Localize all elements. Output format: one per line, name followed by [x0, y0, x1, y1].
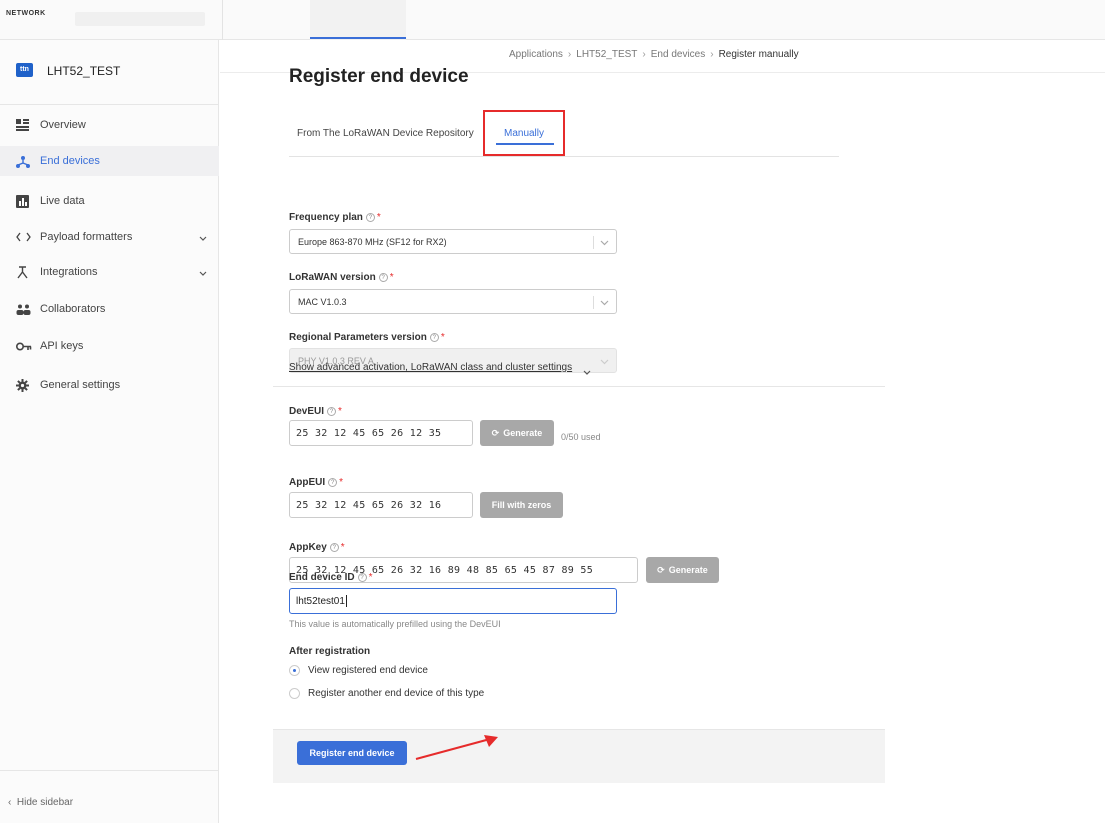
key-icon — [0, 342, 40, 351]
help-icon[interactable]: ? — [329, 543, 339, 552]
end-device-id-label: End device ID? * — [289, 572, 373, 583]
sidebar-item-general-settings[interactable]: General settings — [0, 370, 219, 400]
breadcrumb-current: Register manually — [718, 49, 799, 60]
end-device-id-input[interactable]: lht52test01 — [289, 588, 617, 614]
sidebar-item-end-devices[interactable]: End devices — [0, 146, 219, 176]
sidebar-item-label: Payload formatters — [40, 231, 133, 243]
chevron-down-icon — [600, 238, 609, 248]
generate-dev-eui-button[interactable]: ⟳ Generate — [480, 420, 554, 446]
radio-button[interactable] — [289, 665, 300, 676]
chevron-down-icon — [600, 357, 609, 367]
hide-sidebar-button[interactable]: ‹ Hide sidebar — [0, 770, 219, 823]
lorawan-version-select[interactable]: MAC V1.0.3 — [289, 289, 617, 314]
tab-device-repository[interactable]: From The LoRaWAN Device Repository — [289, 109, 484, 157]
app-logo: ttn — [16, 63, 33, 77]
breadcrumb-applications[interactable]: Applications — [509, 49, 563, 60]
radio-button[interactable] — [289, 688, 300, 699]
refresh-icon: ⟳ — [657, 564, 665, 575]
help-icon[interactable]: ? — [328, 478, 338, 487]
sidebar: ttn LHT52_TEST Overview End devices Live… — [0, 40, 219, 823]
sidebar-item-collaborators[interactable]: Collaborators — [0, 294, 219, 324]
annotation-highlight-box — [483, 110, 565, 156]
advanced-settings-link[interactable]: Show advanced activation, LoRaWAN class … — [289, 362, 572, 373]
top-bar: NETWORK — [0, 0, 1105, 40]
frequency-plan-label: Frequency plan? * — [289, 212, 381, 223]
help-icon[interactable]: ? — [365, 213, 375, 222]
app-eui-label: AppEUI? * — [289, 477, 344, 488]
app-name[interactable]: LHT52_TEST — [47, 64, 120, 78]
dev-eui-usage: 0/50 used — [561, 432, 601, 442]
frequency-plan-select[interactable]: Europe 863-870 MHz (SF12 for RX2) — [289, 229, 617, 254]
app-key-label: AppKey? * — [289, 542, 345, 553]
sidebar-item-label: End devices — [40, 155, 100, 167]
chart-icon — [0, 194, 40, 208]
generate-app-key-button[interactable]: ⟳ Generate — [646, 557, 719, 583]
sidebar-item-integrations[interactable]: Integrations — [0, 257, 219, 287]
app-eui-input[interactable]: 25 32 12 45 65 26 32 16 — [289, 492, 473, 518]
dev-eui-label: DevEUI? * — [289, 406, 342, 417]
grid-icon — [0, 119, 40, 131]
hide-sidebar-label: Hide sidebar — [16, 797, 74, 808]
register-end-device-button[interactable]: Register end device — [297, 741, 407, 765]
breadcrumb: Applications › LHT52_TEST › End devices › Regi… — [509, 49, 799, 60]
help-icon[interactable]: ? — [357, 573, 367, 582]
sidebar-item-label: Overview — [40, 119, 86, 131]
help-icon[interactable]: ? — [327, 407, 337, 416]
network-icon — [0, 155, 40, 168]
chevron-down-icon — [600, 298, 609, 308]
code-icon — [0, 232, 40, 242]
top-nav-tab-active[interactable] — [310, 0, 406, 40]
radio-register-another[interactable]: Register another end device of this type — [289, 688, 484, 699]
chevron-down-icon[interactable] — [199, 231, 207, 245]
sidebar-item-label: API keys — [40, 340, 84, 352]
breadcrumb-end-devices[interactable]: End devices — [651, 49, 705, 60]
annotation-arrow — [415, 735, 498, 760]
regional-params-label: Regional Parameters version? * — [289, 332, 445, 343]
top-nav-placeholder — [75, 12, 205, 26]
sidebar-item-live-data[interactable]: Live data — [0, 186, 219, 216]
chevron-left-icon: ‹ — [8, 797, 17, 808]
sidebar-item-label: General settings — [40, 379, 121, 391]
sidebar-item-label: Collaborators — [40, 303, 106, 315]
chevron-down-icon[interactable] — [199, 266, 207, 280]
sidebar-item-overview[interactable]: Overview — [0, 110, 219, 140]
dev-eui-input[interactable]: 25 32 12 45 65 26 12 35 — [289, 420, 473, 446]
brand-logo: NETWORK — [6, 10, 46, 17]
sidebar-item-label: Integrations — [40, 266, 98, 278]
users-icon — [0, 304, 40, 315]
gear-icon — [0, 378, 40, 392]
sidebar-item-label: Live data — [40, 195, 85, 207]
help-icon[interactable]: ? — [429, 333, 439, 342]
after-registration-label: After registration — [289, 646, 371, 657]
app-header: ttn LHT52_TEST — [0, 40, 219, 105]
integrations-icon — [0, 265, 40, 279]
refresh-icon: ⟳ — [491, 427, 500, 438]
sidebar-item-payload-formatters[interactable]: Payload formatters — [0, 222, 219, 252]
breadcrumb-application[interactable]: LHT52_TEST — [576, 49, 637, 60]
end-device-id-hint: This value is automatically prefilled us… — [289, 619, 501, 629]
help-icon[interactable]: ? — [378, 273, 388, 282]
fill-with-zeros-button[interactable]: Fill with zeros — [480, 492, 563, 518]
chevron-down-icon[interactable] — [583, 365, 591, 379]
radio-view-registered[interactable]: View registered end device — [289, 665, 428, 676]
sidebar-item-api-keys[interactable]: API keys — [0, 331, 219, 361]
lorawan-version-label: LoRaWAN version? * — [289, 272, 394, 283]
page-title: Register end device — [289, 66, 469, 87]
